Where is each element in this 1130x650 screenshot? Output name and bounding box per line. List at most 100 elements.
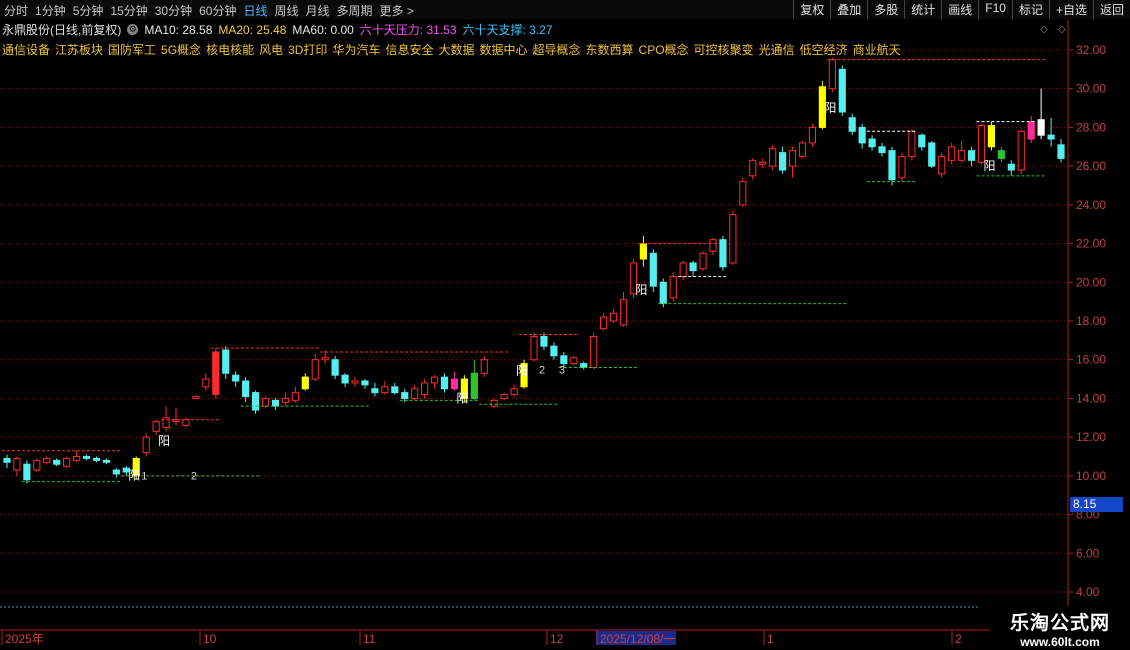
toolbar-button-5[interactable]: F10: [978, 0, 1012, 19]
kline-chart[interactable]: 32.0030.0028.0026.0024.0022.0020.0018.00…: [0, 0, 1130, 650]
concept-tag[interactable]: 华为汽车: [332, 41, 380, 58]
price-tick-label: 22.00: [1076, 237, 1106, 251]
toolbar-button-7[interactable]: +自选: [1048, 0, 1093, 19]
watermark-title: 乐淘公式网: [1009, 613, 1110, 634]
candle-body: [142, 436, 150, 454]
concept-tag[interactable]: 通信设备: [2, 41, 50, 58]
candle-body: [898, 155, 906, 179]
concept-tag[interactable]: CPO概念: [639, 41, 689, 58]
candle-body: [192, 395, 200, 399]
candle-body: [261, 397, 270, 407]
candle-body: [938, 155, 946, 175]
toolbar-button-0[interactable]: 复权: [793, 0, 830, 19]
candle-body: [868, 138, 876, 148]
tab-5[interactable]: 60分钟: [199, 2, 236, 19]
concept-tag[interactable]: 超导概念: [533, 41, 581, 58]
candle-body: [281, 397, 289, 403]
current-price-tag: 8.15: [1070, 497, 1123, 512]
concept-tag[interactable]: 数据中心: [479, 41, 527, 58]
candle-body: [112, 469, 120, 475]
concept-tag[interactable]: 光通信: [759, 41, 795, 58]
tab-1[interactable]: 1分钟: [35, 2, 66, 19]
price-tick-label: 30.00: [1076, 82, 1106, 96]
concept-tag[interactable]: 商业航天: [853, 41, 901, 58]
date-label: 2025年: [5, 632, 44, 646]
candle-body: [222, 349, 230, 374]
toolbar-button-3[interactable]: 统计: [904, 0, 941, 19]
concept-tag[interactable]: 江苏板块: [55, 41, 103, 58]
candle-body: [908, 130, 916, 157]
concept-tag[interactable]: 可控核聚变: [694, 41, 754, 58]
toolbar-button-2[interactable]: 多股: [867, 0, 904, 19]
candle-body: [659, 281, 667, 305]
candle-body: [1007, 163, 1015, 171]
settings-icon[interactable]: ⚙: [127, 24, 139, 35]
concept-tag[interactable]: 大数据: [438, 41, 474, 58]
tab-4[interactable]: 30分钟: [155, 2, 192, 19]
diamond-icon[interactable]: ◇: [1058, 24, 1066, 35]
tab-9[interactable]: 多周期: [337, 2, 373, 19]
candle-body: [63, 457, 71, 467]
tab-7[interactable]: 周线: [274, 2, 298, 19]
tab-0[interactable]: 分时: [4, 2, 28, 19]
candle-body: [1017, 130, 1025, 171]
candle-body: [450, 378, 459, 390]
candle-body: [500, 394, 508, 399]
candle-body: [72, 456, 81, 461]
candle-body: [440, 376, 449, 390]
tab-10[interactable]: 更多 >: [380, 2, 414, 19]
tab-6[interactable]: 日线: [243, 2, 267, 19]
candle-body: [729, 214, 737, 264]
candle-body: [1047, 134, 1055, 140]
candle-body: [759, 161, 767, 165]
count-marker: 3: [559, 364, 565, 376]
candle-body: [321, 357, 329, 361]
candle-body: [948, 146, 956, 161]
candle-body: [510, 388, 518, 396]
toolbar-button-6[interactable]: 标记: [1011, 0, 1049, 19]
tab-8[interactable]: 月线: [306, 2, 330, 19]
toolbar-button-4[interactable]: 画线: [941, 0, 978, 19]
concept-tags: 通信设备 江苏板块 国防军工 5G概念 核电核能 风电 3D打印 华为汽车 信息安全 大数据 数据中…: [2, 41, 906, 58]
candle-body: [331, 359, 339, 376]
price-tick-label: 32.00: [1076, 43, 1106, 57]
candle-body: [202, 378, 210, 388]
concept-tag[interactable]: 低空经济: [800, 41, 848, 58]
tab-3[interactable]: 15分钟: [110, 2, 147, 19]
candle-body: [560, 355, 568, 365]
concept-tag[interactable]: 5G概念: [161, 41, 201, 58]
price-tick-label: 12.00: [1076, 430, 1106, 444]
diamond-icon[interactable]: ◇: [1040, 24, 1048, 35]
price-tick-label: 26.00: [1076, 159, 1106, 173]
concept-tag[interactable]: 风电: [259, 41, 283, 58]
concept-tag[interactable]: 国防军工: [108, 41, 156, 58]
candle-body: [769, 148, 777, 167]
concept-tag[interactable]: 信息安全: [385, 41, 433, 58]
candle-body: [1037, 119, 1045, 136]
candle-body: [779, 152, 787, 171]
candle-body: [43, 457, 51, 463]
yang-marker: 阳: [456, 391, 468, 405]
candle-body: [1027, 121, 1035, 140]
candle-body: [928, 142, 936, 167]
concept-tag[interactable]: 3D打印: [288, 41, 327, 58]
candle-body: [361, 380, 369, 386]
stock-title: 永鼎股份(日线,前复权): [2, 23, 122, 37]
candle-body: [689, 262, 697, 272]
toolbar-button-8[interactable]: 返回: [1092, 0, 1130, 19]
tab-2[interactable]: 5分钟: [73, 2, 104, 19]
price-tick-label: 4.00: [1076, 585, 1100, 599]
candle-body: [749, 159, 757, 177]
candle-body: [580, 363, 588, 368]
candle-body: [918, 134, 926, 148]
toolbar-button-1[interactable]: 叠加: [830, 0, 867, 19]
candle-body: [1057, 144, 1065, 159]
candle-body: [808, 126, 817, 144]
concept-tag[interactable]: 核电核能: [206, 41, 254, 58]
candle-body: [888, 150, 896, 181]
concept-tag[interactable]: 东数西算: [586, 41, 634, 58]
watermark-url: www.60lt.com: [1020, 635, 1100, 649]
candle-body: [33, 459, 41, 471]
candle-body: [13, 457, 21, 471]
candle-body: [490, 399, 498, 407]
